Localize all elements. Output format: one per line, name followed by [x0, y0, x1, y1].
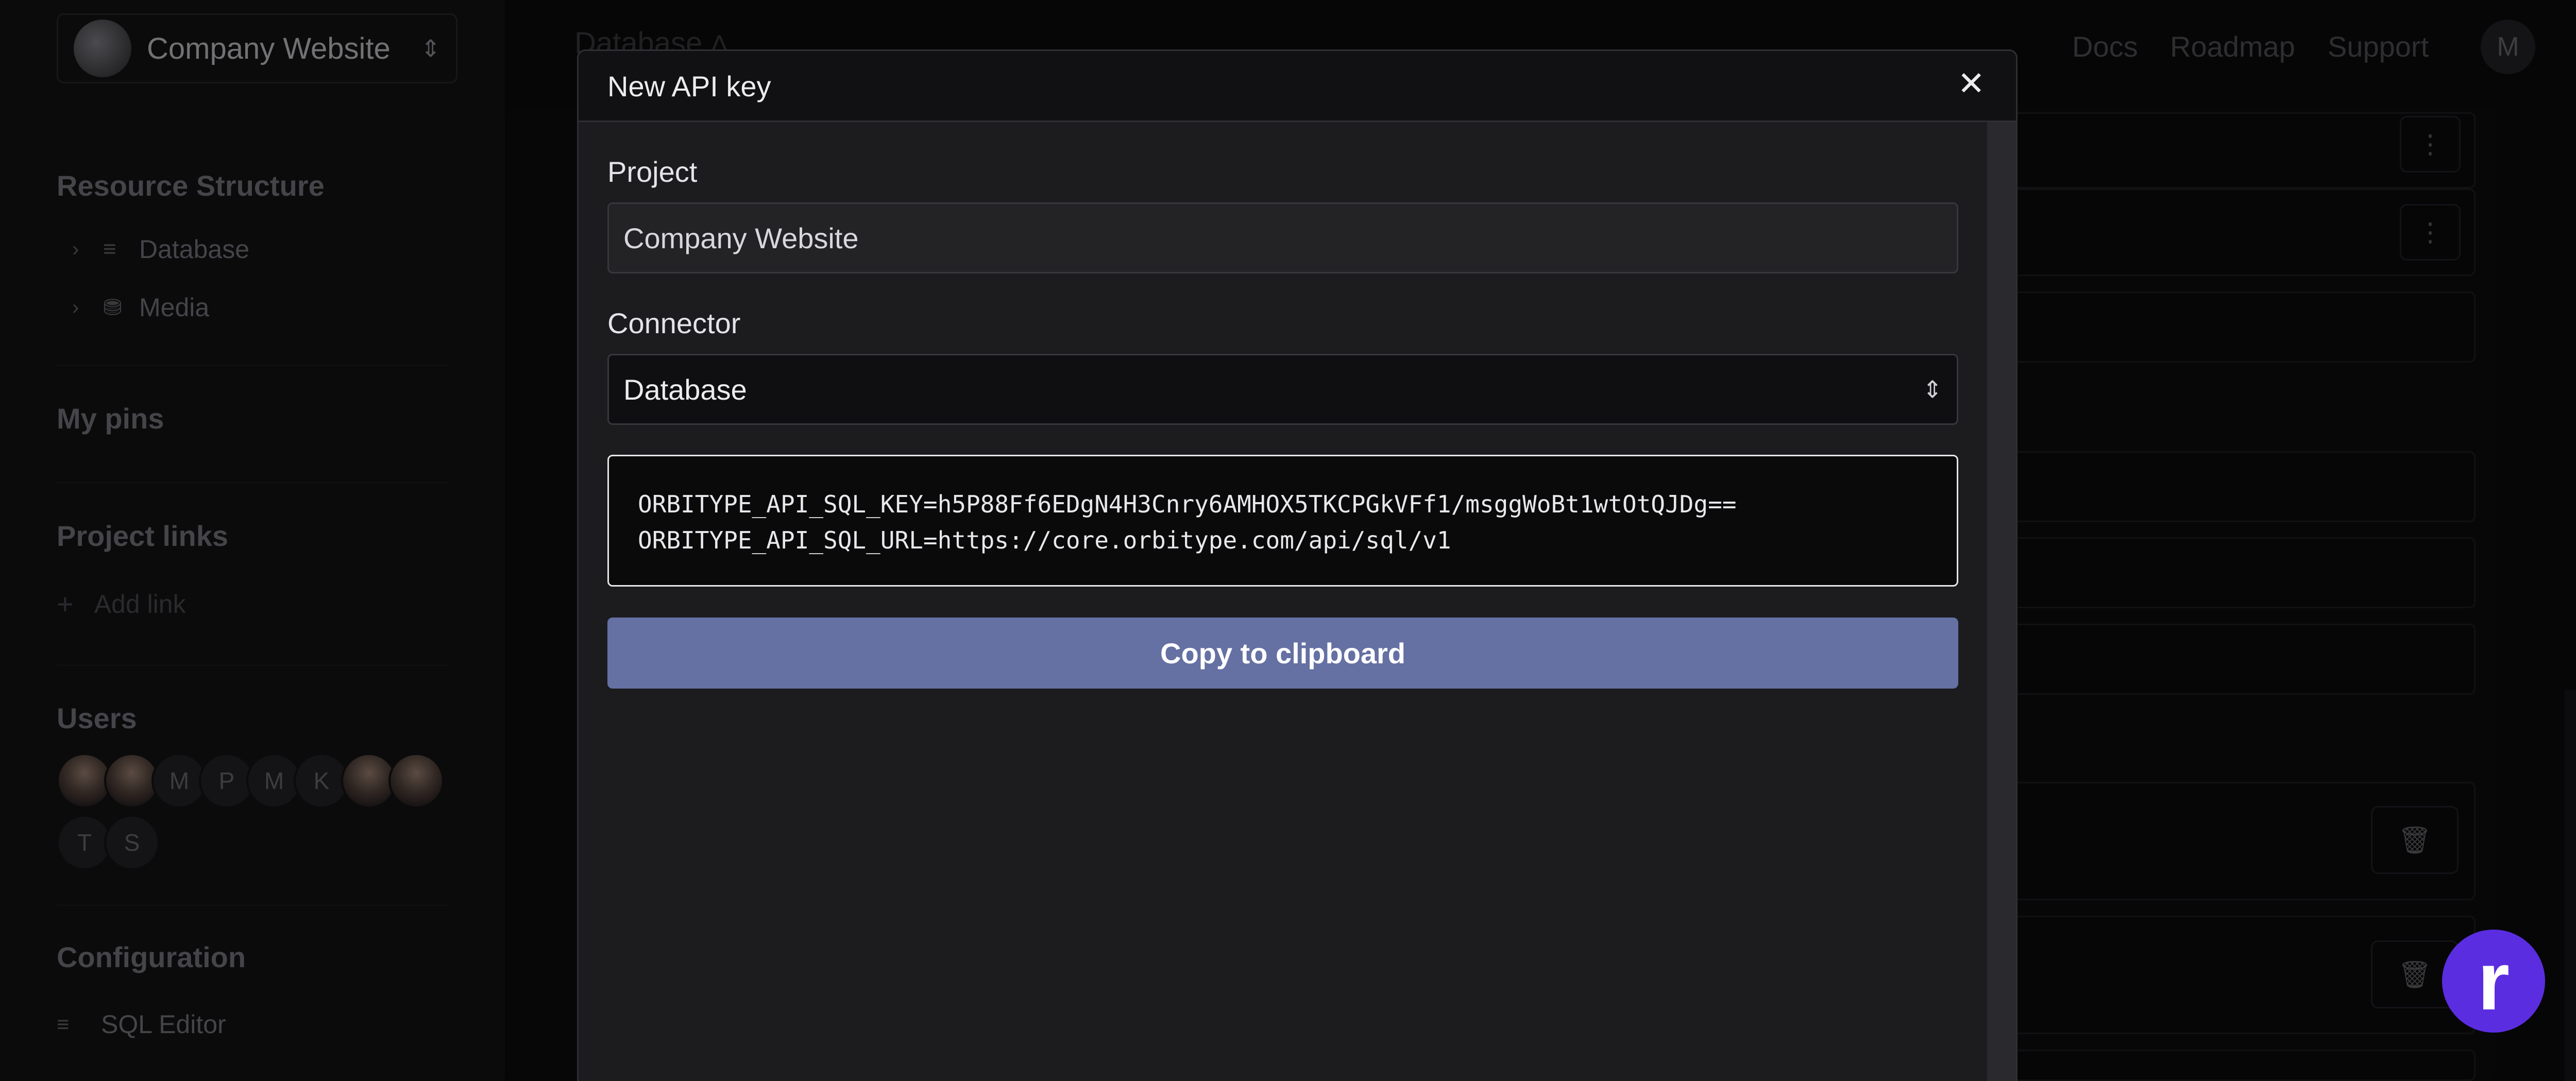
api-key-code-block[interactable]: ORBITYPE_API_SQL_KEY=h5P88Ff6EDgN4H3Cnry… — [607, 455, 1958, 587]
assistant-fab-button[interactable]: r — [2442, 930, 2545, 1033]
connector-select[interactable]: Database ⇕ — [607, 354, 1958, 425]
dialog-header: New API key ✕ — [579, 51, 2016, 122]
api-url-line: ORBITYPE_API_SQL_URL=https://core.orbity… — [638, 526, 1451, 554]
connector-selected-value: Database — [623, 373, 747, 406]
dialog-title: New API key — [607, 70, 771, 102]
close-icon[interactable]: ✕ — [1957, 64, 1985, 103]
api-key-line: ORBITYPE_API_SQL_KEY=h5P88Ff6EDgN4H3Cnry… — [638, 490, 1737, 518]
app-window: Company Website ⇕ Resource Structure › ≡… — [0, 0, 2576, 1081]
new-api-key-dialog: New API key ✕ Project Connector Database… — [577, 49, 2018, 1081]
project-field[interactable] — [607, 202, 1958, 273]
project-label: Project — [607, 156, 698, 188]
copy-to-clipboard-button[interactable]: Copy to clipboard — [607, 617, 1958, 689]
dialog-scrollbar[interactable] — [1987, 122, 2016, 1081]
connector-label: Connector — [607, 307, 741, 339]
chevron-up-down-icon: ⇕ — [1922, 376, 1942, 403]
